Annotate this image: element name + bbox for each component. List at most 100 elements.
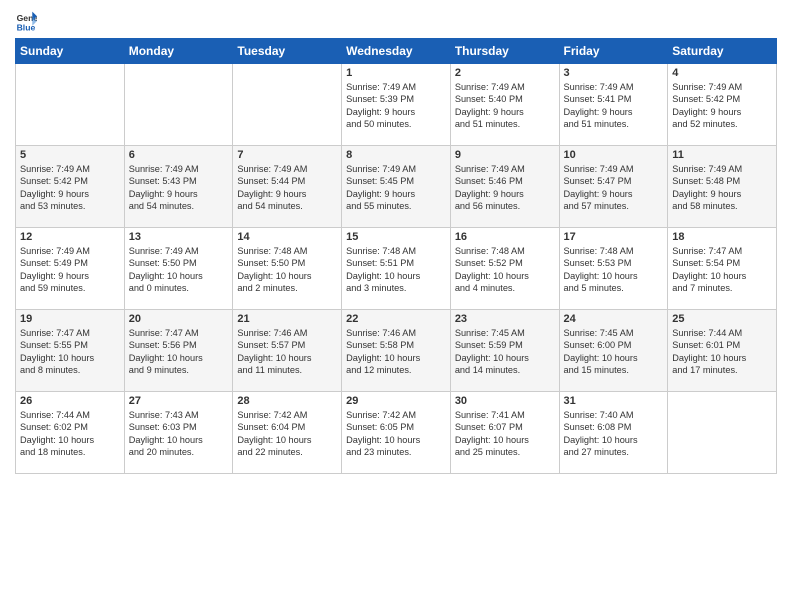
day-info: Sunrise: 7:48 AM Sunset: 5:51 PM Dayligh… bbox=[346, 245, 446, 295]
day-info: Sunrise: 7:49 AM Sunset: 5:50 PM Dayligh… bbox=[129, 245, 229, 295]
calendar-cell: 2 Sunrise: 7:49 AM Sunset: 5:40 PM Daylig… bbox=[450, 64, 559, 146]
day-info: Sunrise: 7:49 AM Sunset: 5:45 PM Dayligh… bbox=[346, 163, 446, 213]
day-header-monday: Monday bbox=[124, 39, 233, 64]
calendar-cell: 8 Sunrise: 7:49 AM Sunset: 5:45 PM Daylig… bbox=[342, 146, 451, 228]
day-number: 12 bbox=[20, 231, 120, 243]
calendar-cell: 20Sunrise: 7:47 AM Sunset: 5:56 PM Dayli… bbox=[124, 310, 233, 392]
calendar-cell: 17 Sunrise: 7:48 AM Sunset: 5:53 PM Dayli… bbox=[559, 228, 668, 310]
logo: General Blue bbox=[15, 10, 39, 32]
calendar-cell: 21 Sunrise: 7:46 AM Sunset: 5:57 PM Dayli… bbox=[233, 310, 342, 392]
day-number: 7 bbox=[237, 149, 337, 161]
day-info: Sunrise: 7:49 AM Sunset: 5:41 PM Dayligh… bbox=[564, 81, 664, 131]
day-number: 30 bbox=[455, 395, 555, 407]
calendar-table: SundayMondayTuesdayWednesdayThursdayFrid… bbox=[15, 38, 777, 474]
day-info: Sunrise: 7:47 AM Sunset: 5:54 PM Dayligh… bbox=[672, 245, 772, 295]
day-number: 2 bbox=[455, 67, 555, 79]
day-info: Sunrise: 7:48 AM Sunset: 5:53 PM Dayligh… bbox=[564, 245, 664, 295]
day-info: Sunrise: 7:46 AM Sunset: 5:58 PM Dayligh… bbox=[346, 327, 446, 377]
calendar-week-3: 12Sunrise: 7:49 AM Sunset: 5:49 PM Dayli… bbox=[16, 228, 777, 310]
calendar-cell: 14Sunrise: 7:48 AM Sunset: 5:50 PM Dayli… bbox=[233, 228, 342, 310]
days-header-row: SundayMondayTuesdayWednesdayThursdayFrid… bbox=[16, 39, 777, 64]
day-number: 9 bbox=[455, 149, 555, 161]
day-header-saturday: Saturday bbox=[668, 39, 777, 64]
calendar-cell: 7 Sunrise: 7:49 AM Sunset: 5:44 PM Daylig… bbox=[233, 146, 342, 228]
day-info: Sunrise: 7:40 AM Sunset: 6:08 PM Dayligh… bbox=[564, 409, 664, 459]
day-info: Sunrise: 7:49 AM Sunset: 5:46 PM Dayligh… bbox=[455, 163, 555, 213]
day-number: 3 bbox=[564, 67, 664, 79]
day-number: 26 bbox=[20, 395, 120, 407]
day-info: Sunrise: 7:47 AM Sunset: 5:55 PM Dayligh… bbox=[20, 327, 120, 377]
calendar-cell: 22 Sunrise: 7:46 AM Sunset: 5:58 PM Dayli… bbox=[342, 310, 451, 392]
day-info: Sunrise: 7:44 AM Sunset: 6:02 PM Dayligh… bbox=[20, 409, 120, 459]
calendar-cell: 12Sunrise: 7:49 AM Sunset: 5:49 PM Dayli… bbox=[16, 228, 125, 310]
calendar-cell: 5 Sunrise: 7:49 AM Sunset: 5:42 PM Daylig… bbox=[16, 146, 125, 228]
day-info: Sunrise: 7:49 AM Sunset: 5:39 PM Dayligh… bbox=[346, 81, 446, 131]
day-info: Sunrise: 7:44 AM Sunset: 6:01 PM Dayligh… bbox=[672, 327, 772, 377]
day-header-thursday: Thursday bbox=[450, 39, 559, 64]
day-info: Sunrise: 7:49 AM Sunset: 5:42 PM Dayligh… bbox=[20, 163, 120, 213]
day-header-sunday: Sunday bbox=[16, 39, 125, 64]
calendar-cell: 3 Sunrise: 7:49 AM Sunset: 5:41 PM Daylig… bbox=[559, 64, 668, 146]
day-number: 31 bbox=[564, 395, 664, 407]
calendar-week-2: 5 Sunrise: 7:49 AM Sunset: 5:42 PM Daylig… bbox=[16, 146, 777, 228]
day-number: 8 bbox=[346, 149, 446, 161]
day-number: 15 bbox=[346, 231, 446, 243]
calendar-cell: 31 Sunrise: 7:40 AM Sunset: 6:08 PM Dayli… bbox=[559, 392, 668, 474]
day-info: Sunrise: 7:49 AM Sunset: 5:44 PM Dayligh… bbox=[237, 163, 337, 213]
day-number: 24 bbox=[564, 313, 664, 325]
day-info: Sunrise: 7:41 AM Sunset: 6:07 PM Dayligh… bbox=[455, 409, 555, 459]
calendar-cell: 1 Sunrise: 7:49 AM Sunset: 5:39 PM Daylig… bbox=[342, 64, 451, 146]
calendar-cell: 29 Sunrise: 7:42 AM Sunset: 6:05 PM Dayli… bbox=[342, 392, 451, 474]
day-number: 23 bbox=[455, 313, 555, 325]
calendar-cell: 10Sunrise: 7:49 AM Sunset: 5:47 PM Dayli… bbox=[559, 146, 668, 228]
calendar-cell: 4 Sunrise: 7:49 AM Sunset: 5:42 PM Daylig… bbox=[668, 64, 777, 146]
day-number: 19 bbox=[20, 313, 120, 325]
calendar-cell bbox=[668, 392, 777, 474]
day-number: 5 bbox=[20, 149, 120, 161]
day-number: 18 bbox=[672, 231, 772, 243]
day-info: Sunrise: 7:49 AM Sunset: 5:42 PM Dayligh… bbox=[672, 81, 772, 131]
day-info: Sunrise: 7:49 AM Sunset: 5:47 PM Dayligh… bbox=[564, 163, 664, 213]
day-number: 28 bbox=[237, 395, 337, 407]
calendar-cell: 26 Sunrise: 7:44 AM Sunset: 6:02 PM Dayli… bbox=[16, 392, 125, 474]
day-number: 25 bbox=[672, 313, 772, 325]
calendar-cell: 16 Sunrise: 7:48 AM Sunset: 5:52 PM Dayli… bbox=[450, 228, 559, 310]
header: General Blue bbox=[15, 10, 777, 32]
day-info: Sunrise: 7:47 AM Sunset: 5:56 PM Dayligh… bbox=[129, 327, 229, 377]
day-number: 16 bbox=[455, 231, 555, 243]
day-number: 1 bbox=[346, 67, 446, 79]
calendar-cell: 27Sunrise: 7:43 AM Sunset: 6:03 PM Dayli… bbox=[124, 392, 233, 474]
calendar-week-5: 26 Sunrise: 7:44 AM Sunset: 6:02 PM Dayli… bbox=[16, 392, 777, 474]
day-info: Sunrise: 7:45 AM Sunset: 6:00 PM Dayligh… bbox=[564, 327, 664, 377]
logo-icon: General Blue bbox=[15, 10, 37, 32]
calendar-cell: 30 Sunrise: 7:41 AM Sunset: 6:07 PM Dayli… bbox=[450, 392, 559, 474]
day-number: 21 bbox=[237, 313, 337, 325]
calendar-cell: 24 Sunrise: 7:45 AM Sunset: 6:00 PM Dayli… bbox=[559, 310, 668, 392]
day-info: Sunrise: 7:46 AM Sunset: 5:57 PM Dayligh… bbox=[237, 327, 337, 377]
day-number: 27 bbox=[129, 395, 229, 407]
calendar-cell: 11Sunrise: 7:49 AM Sunset: 5:48 PM Dayli… bbox=[668, 146, 777, 228]
calendar-cell bbox=[124, 64, 233, 146]
calendar-cell bbox=[16, 64, 125, 146]
day-number: 17 bbox=[564, 231, 664, 243]
day-number: 4 bbox=[672, 67, 772, 79]
day-number: 22 bbox=[346, 313, 446, 325]
day-info: Sunrise: 7:49 AM Sunset: 5:48 PM Dayligh… bbox=[672, 163, 772, 213]
day-info: Sunrise: 7:48 AM Sunset: 5:52 PM Dayligh… bbox=[455, 245, 555, 295]
day-info: Sunrise: 7:49 AM Sunset: 5:40 PM Dayligh… bbox=[455, 81, 555, 131]
day-number: 13 bbox=[129, 231, 229, 243]
calendar-cell: 18 Sunrise: 7:47 AM Sunset: 5:54 PM Dayli… bbox=[668, 228, 777, 310]
calendar-cell: 23 Sunrise: 7:45 AM Sunset: 5:59 PM Dayli… bbox=[450, 310, 559, 392]
day-header-tuesday: Tuesday bbox=[233, 39, 342, 64]
day-info: Sunrise: 7:42 AM Sunset: 6:05 PM Dayligh… bbox=[346, 409, 446, 459]
day-info: Sunrise: 7:45 AM Sunset: 5:59 PM Dayligh… bbox=[455, 327, 555, 377]
calendar-cell: 9 Sunrise: 7:49 AM Sunset: 5:46 PM Daylig… bbox=[450, 146, 559, 228]
page: General Blue SundayMondayTuesdayWednesda… bbox=[0, 0, 792, 612]
calendar-cell: 25 Sunrise: 7:44 AM Sunset: 6:01 PM Dayli… bbox=[668, 310, 777, 392]
day-number: 29 bbox=[346, 395, 446, 407]
calendar-cell: 15 Sunrise: 7:48 AM Sunset: 5:51 PM Dayli… bbox=[342, 228, 451, 310]
day-info: Sunrise: 7:49 AM Sunset: 5:43 PM Dayligh… bbox=[129, 163, 229, 213]
calendar-cell bbox=[233, 64, 342, 146]
calendar-cell: 28Sunrise: 7:42 AM Sunset: 6:04 PM Dayli… bbox=[233, 392, 342, 474]
calendar-cell: 19 Sunrise: 7:47 AM Sunset: 5:55 PM Dayli… bbox=[16, 310, 125, 392]
